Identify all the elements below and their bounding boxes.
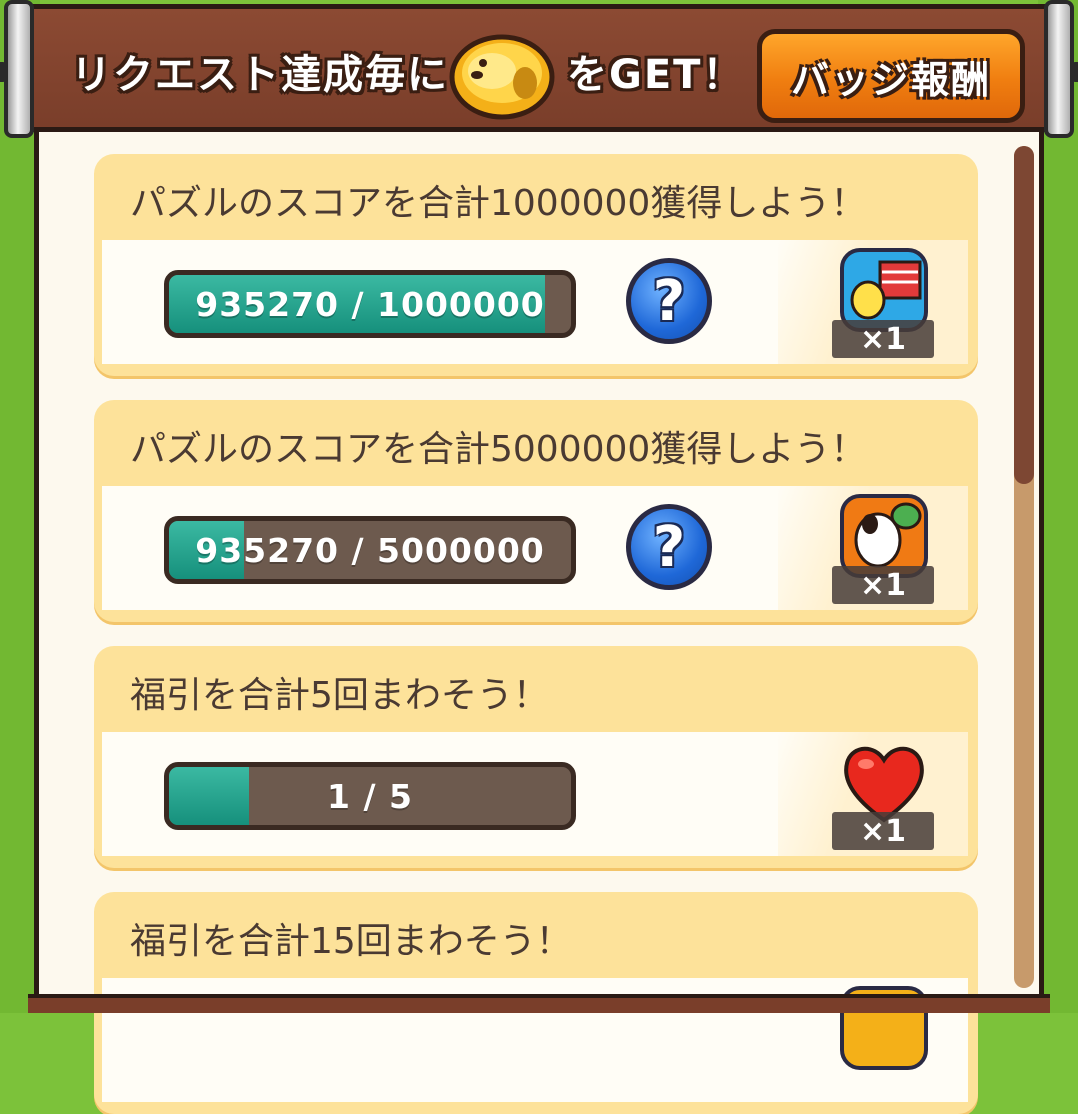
- request-title: パズルのスコアを合計5000000獲得しよう！: [130, 429, 867, 470]
- request-title: 福引を合計15回まわそう！: [130, 921, 572, 962]
- request-card: パズルのスコアを合計5000000獲得しよう！ 935270 / 5000000…: [94, 400, 978, 622]
- request-body: 935270 / 5000000 ? ×1: [102, 486, 968, 610]
- progress-text: 1 / 5: [327, 776, 413, 816]
- request-title: 福引を合計5回まわそう！: [130, 675, 549, 716]
- request-card: 福引を合計5回まわそう！ 1 / 5 ×1: [94, 646, 978, 868]
- request-body: 935270 / 1000000 ? ×1: [102, 240, 968, 364]
- help-button[interactable]: ?: [626, 258, 712, 344]
- progress-text: 935270 / 1000000: [195, 284, 545, 324]
- request-body: 1 / 5 ×1: [102, 732, 968, 856]
- request-title: パズルのスコアを合計1000000獲得しよう！: [130, 183, 867, 224]
- reward-quantity: ×1: [832, 566, 934, 604]
- scroll-roller-left: [0, 0, 34, 138]
- progress-bar: 935270 / 5000000: [164, 516, 576, 584]
- scroll-roller-right: [1044, 0, 1078, 138]
- bottom-frame: [28, 994, 1050, 1013]
- progress-bar: 935270 / 1000000: [164, 270, 576, 338]
- reward-quantity: ×1: [832, 320, 934, 358]
- reward-quantity: ×1: [832, 812, 934, 850]
- request-card: パズルのスコアを合計1000000獲得しよう！ 935270 / 1000000…: [94, 154, 978, 376]
- badge-reward-button[interactable]: バッジ報酬: [757, 29, 1025, 123]
- background-right: [1038, 0, 1078, 1013]
- snoopy-badge-icon: [449, 34, 555, 120]
- progress-text: 935270 / 5000000: [195, 530, 545, 570]
- banner-text-prefix: リクエスト達成毎に: [71, 52, 449, 98]
- banner-text-suffix: をGET！: [567, 52, 745, 98]
- scrollbar-thumb[interactable]: [1014, 146, 1034, 484]
- progress-bar: 1 / 5: [164, 762, 576, 830]
- help-button[interactable]: ?: [626, 504, 712, 590]
- request-banner: リクエスト達成毎に をGET！ バッジ報酬: [12, 4, 1066, 132]
